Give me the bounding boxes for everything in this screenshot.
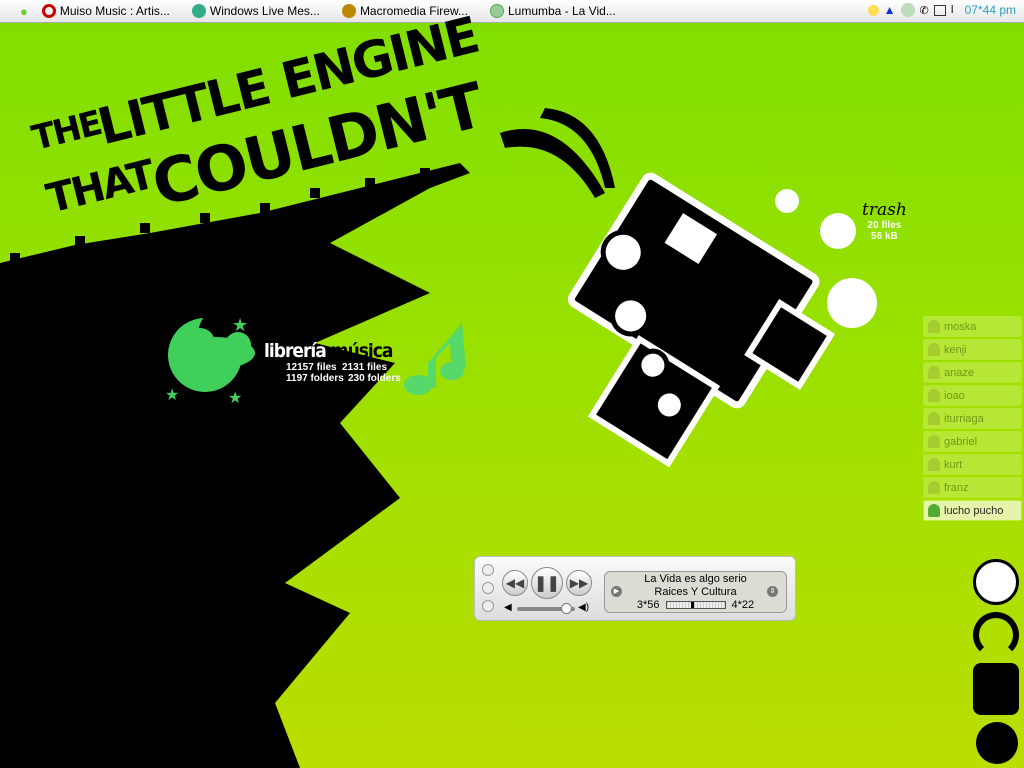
zoom-button[interactable] [482,600,494,612]
starburst-icon[interactable] [976,722,1018,764]
pause-button[interactable]: ❚❚ [531,567,563,599]
buddy-item-active[interactable]: lucho pucho [923,500,1022,521]
buddy-item[interactable]: ioao [923,385,1022,406]
globe-icon[interactable] [973,559,1019,605]
volume-slider[interactable] [517,603,575,614]
buddy-item[interactable]: franz [923,477,1022,498]
trash-files: 20 files [867,220,902,231]
library-files: 12157 files [286,362,337,373]
buddy-item[interactable]: anaze [923,362,1022,383]
svg-text:★: ★ [165,387,179,404]
progress-fill [667,602,695,609]
rewind-button[interactable]: ◀◀ [502,570,528,596]
status-dot-icon[interactable] [867,4,879,16]
itunes-tray-icon[interactable] [900,3,915,17]
snapback-icon[interactable]: ▶ [611,586,622,597]
remaining-time: 4*22 [731,599,755,611]
clock[interactable]: 07*44 pm [965,3,1016,17]
messenger-icon [191,4,206,18]
buddy-item[interactable]: kenji [923,339,1022,360]
menubar-item-muiso[interactable]: Muiso Music : Artis... [41,4,170,18]
apple-icon[interactable]: ● [20,4,28,19]
music-title: música [330,340,394,362]
user-icon [928,435,940,448]
user-icon [928,366,940,379]
trash-size: 56 kB [871,231,898,242]
svg-text:★: ★ [228,390,242,407]
user-icon [928,320,940,333]
user-icon [928,458,940,471]
user-icon [928,481,940,494]
library-title: librería [264,340,327,362]
app-icon[interactable]: ▲ [884,3,896,17]
menubar-item-itunes[interactable]: Lumumba - La Vid... [489,4,616,18]
trash-widget[interactable]: trash 20 files 56 kB [862,200,907,242]
fireworks-icon [341,4,356,18]
menubar-item-messenger[interactable]: Windows Live Mes... [191,4,320,18]
train-illustration [567,172,836,468]
elapsed-time: 3*56 [636,599,660,611]
svg-text:★: ★ [232,315,248,335]
user-icon [928,389,940,402]
close-button[interactable] [482,564,494,576]
music-folders: 230 folders [348,373,401,384]
trash-label: trash [862,200,907,220]
buddy-item[interactable]: kurt [923,454,1022,475]
toggle-display-icon[interactable]: ⇕ [767,586,778,597]
track-display: ▶ ⇕ La Vida es algo serio Raices Y Cultu… [604,571,787,613]
buddy-item[interactable]: iturriaga [923,408,1022,429]
buddy-item[interactable]: gabriel [923,431,1022,452]
music-note-icon [404,323,466,395]
opera-icon [41,4,56,18]
volume-high-icon: ◀) [578,602,590,613]
volume-knob[interactable] [561,603,573,614]
headphones-icon[interactable] [973,612,1019,658]
itunes-mini-player: ◀◀ ❚❚ ▶▶ ◀ ◀) ▶ ⇕ La Vida es algo serio … [474,556,796,621]
menubar: ● Muiso Music : Artis... Windows Live Me… [0,0,1024,23]
che-portrait-icon[interactable] [973,663,1019,715]
progress-bar[interactable] [665,601,726,610]
music-files: 2131 files [342,362,388,373]
itunes-icon [489,4,504,18]
music-library-widget[interactable]: librería música 12157 files 2131 files 11… [264,340,401,384]
cliff-silhouette [0,163,470,768]
track-title: La Vida es algo serio [644,573,747,585]
minimize-button[interactable] [482,582,494,594]
smoke-arcs [500,108,615,198]
fast-forward-button[interactable]: ▶▶ [566,570,592,596]
display-icon[interactable] [933,4,946,16]
phone-icon[interactable]: ✆ [920,4,929,17]
album-title: Raices Y Cultura [654,586,737,598]
user-icon [928,343,940,356]
buddy-item[interactable]: moska [923,316,1022,337]
microphone-icon[interactable]: ǀ [951,4,954,16]
user-clock-icon [928,504,940,517]
user-icon [928,412,940,425]
buddy-list: moska kenji anaze ioao iturriaga gabriel… [923,316,1022,523]
library-folders: 1197 folders [286,373,344,384]
volume-low-icon: ◀ [504,602,512,613]
system-tray: ▲ ✆ ǀ 07*44 pm [867,3,1016,17]
